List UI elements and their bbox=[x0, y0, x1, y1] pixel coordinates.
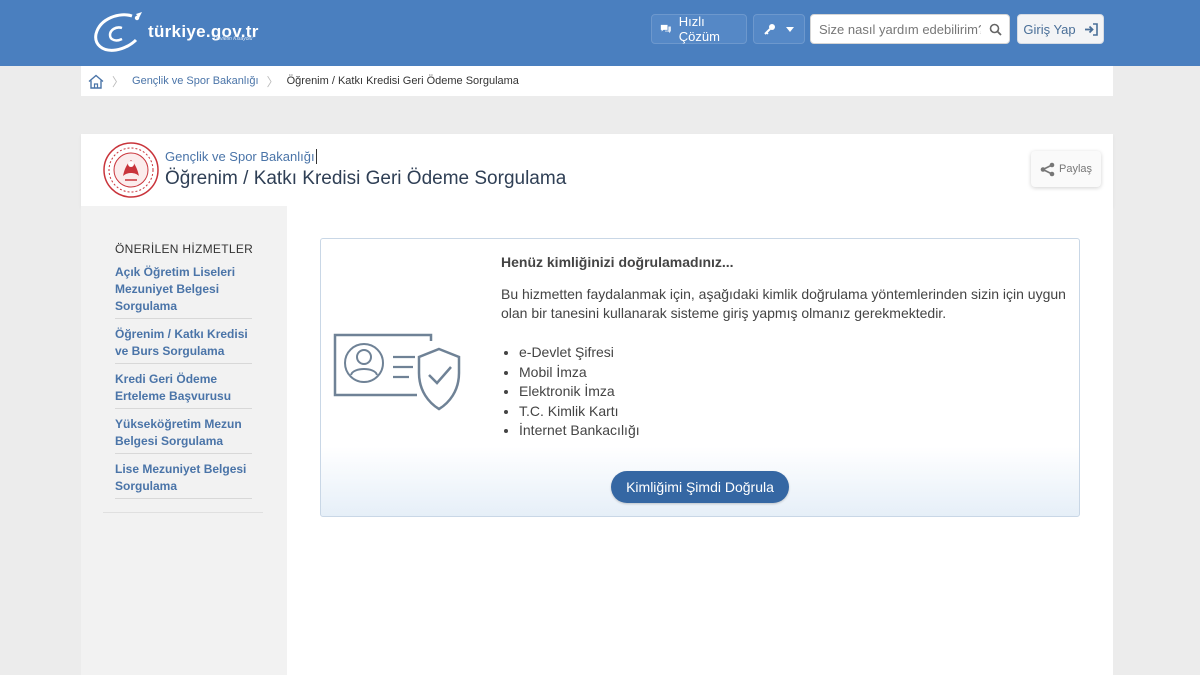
verify-identity-button[interactable]: Kimliğimi Şimdi Doğrula bbox=[611, 471, 789, 503]
list-item: Yükseköğretim Mezun Belgesi Sorgulama bbox=[115, 416, 252, 454]
breadcrumb-separator: 〉 bbox=[112, 74, 125, 89]
breadcrumb-ministry-link[interactable]: Gençlik ve Spor Bakanlığı bbox=[132, 75, 259, 87]
chat-icon bbox=[660, 24, 671, 34]
ministry-emblem-icon bbox=[103, 142, 159, 198]
login-icon bbox=[1084, 22, 1098, 36]
sidebar-item-erteleme[interactable]: Kredi Geri Ödeme Erteleme Başvurusu bbox=[115, 371, 252, 405]
recommended-services-list: Açık Öğretim Liseleri Mezuniyet Belgesi … bbox=[115, 264, 252, 506]
search-box bbox=[810, 14, 1010, 44]
chevron-down-icon bbox=[786, 26, 794, 32]
search-icon[interactable] bbox=[989, 23, 1002, 36]
list-item: Öğrenim / Katkı Kredisi ve Burs Sorgulam… bbox=[115, 326, 252, 364]
list-item: Açık Öğretim Liseleri Mezuniyet Belgesi … bbox=[115, 264, 252, 319]
notice-text: Bu hizmetten faydalanmak için, aşağıdaki… bbox=[501, 286, 1066, 321]
list-item: T.C. Kimlik Kartı bbox=[519, 402, 640, 422]
list-item: Mobil İmza bbox=[519, 363, 640, 383]
recommended-services-sidebar: ÖNERİLEN HİZMETLER Açık Öğretim Liseleri… bbox=[81, 206, 287, 675]
id-card-shield-icon bbox=[333, 333, 461, 411]
quick-solution-button[interactable]: Hızlı Çözüm bbox=[651, 14, 747, 44]
share-icon bbox=[1040, 162, 1055, 176]
list-item: Lise Mezuniyet Belgesi Sorgulama bbox=[115, 461, 252, 499]
auth-methods-list: e-Devlet Şifresi Mobil İmza Elektronik İ… bbox=[519, 343, 640, 441]
sidebar-divider bbox=[103, 512, 263, 513]
sidebar-item-kredi-burs[interactable]: Öğrenim / Katkı Kredisi ve Burs Sorgulam… bbox=[115, 326, 252, 360]
sidebar-item-yuksekogretim[interactable]: Yükseköğretim Mezun Belgesi Sorgulama bbox=[115, 416, 252, 450]
logo-tagline: "Devletin Kısayolu" bbox=[212, 36, 255, 42]
breadcrumb-current: Öğrenim / Katkı Kredisi Geri Ödeme Sorgu… bbox=[286, 75, 519, 87]
home-icon[interactable] bbox=[88, 74, 104, 89]
sidebar-item-lise-mezuniyet[interactable]: Lise Mezuniyet Belgesi Sorgulama bbox=[115, 461, 252, 495]
service-header: Gençlik ve Spor Bakanlığı Öğrenim / Katk… bbox=[81, 134, 1113, 206]
sidebar-item-acik-ogretim[interactable]: Açık Öğretim Liseleri Mezuniyet Belgesi … bbox=[115, 264, 252, 315]
sidebar-title: ÖNERİLEN HİZMETLER bbox=[115, 242, 254, 256]
search-input[interactable] bbox=[811, 15, 981, 43]
list-item: Kredi Geri Ödeme Erteleme Başvurusu bbox=[115, 371, 252, 409]
eimza-key-dropdown[interactable] bbox=[753, 14, 805, 44]
page-title: Öğrenim / Katkı Kredisi Geri Ödeme Sorgu… bbox=[165, 168, 567, 189]
notice-heading: Henüz kimliğinizi doğrulamadınız... bbox=[501, 254, 734, 270]
share-label: Paylaş bbox=[1058, 163, 1093, 175]
main-content: Henüz kimliğinizi doğrulamadınız... Bu h… bbox=[287, 206, 1113, 675]
key-icon bbox=[764, 24, 775, 35]
auth-notice-box: Henüz kimliğinizi doğrulamadınız... Bu h… bbox=[320, 238, 1080, 517]
breadcrumb-separator: 〉 bbox=[266, 74, 279, 89]
quick-solution-label: Hızlı Çözüm bbox=[678, 14, 720, 44]
ministry-name: Gençlik ve Spor Bakanlığı bbox=[165, 149, 317, 164]
logo-icon bbox=[94, 12, 142, 52]
service-card: Gençlik ve Spor Bakanlığı Öğrenim / Katk… bbox=[81, 134, 1113, 675]
login-label: Giriş Yap bbox=[1023, 21, 1076, 37]
breadcrumb: 〉 Gençlik ve Spor Bakanlığı 〉 Öğrenim / … bbox=[81, 66, 1113, 96]
list-item: e-Devlet Şifresi bbox=[519, 343, 640, 363]
list-item: İnternet Bankacılığı bbox=[519, 421, 640, 441]
share-button[interactable]: Paylaş bbox=[1031, 151, 1101, 187]
list-item: Elektronik İmza bbox=[519, 382, 640, 402]
login-button[interactable]: Giriş Yap bbox=[1017, 14, 1104, 44]
top-header: türkiye.gov.tr "Devletin Kısayolu" Hızlı… bbox=[0, 0, 1200, 66]
site-logo[interactable]: türkiye.gov.tr "Devletin Kısayolu" bbox=[92, 10, 259, 54]
